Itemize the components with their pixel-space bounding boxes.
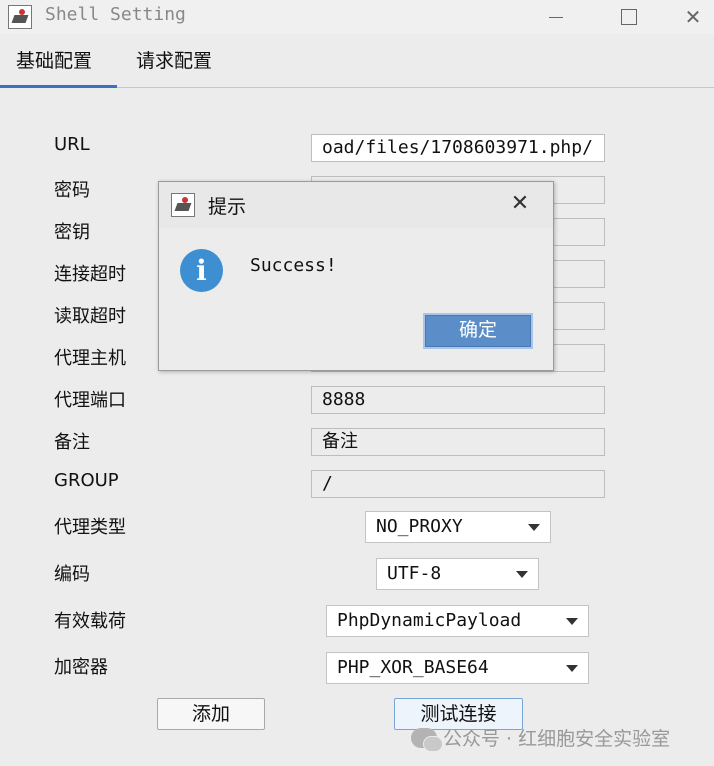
encoding-select[interactable]: UTF-8 xyxy=(376,558,539,590)
read-timeout-label: 读取超时 xyxy=(54,306,126,327)
payload-value: PhpDynamicPayload xyxy=(337,610,522,631)
dialog-close-icon[interactable]: ✕ xyxy=(509,193,531,215)
payload-label: 有效载荷 xyxy=(54,611,126,632)
proxy-type-select[interactable]: NO_PROXY xyxy=(365,511,551,543)
key-label: 密钥 xyxy=(54,222,90,243)
password-label: 密码 xyxy=(54,180,90,201)
dialog-app-icon xyxy=(171,193,195,217)
minimize-icon[interactable] xyxy=(546,6,568,28)
cryption-value: PHP_XOR_BASE64 xyxy=(337,657,489,678)
cryption-label: 加密器 xyxy=(54,657,108,678)
remark-field[interactable]: 备注 xyxy=(311,428,605,456)
proxy-port-field[interactable]: 8888 xyxy=(311,386,605,414)
maximize-icon[interactable] xyxy=(618,6,640,28)
info-icon: i xyxy=(180,249,223,292)
proxy-type-label: 代理类型 xyxy=(54,517,126,538)
dialog-message: Success! xyxy=(250,255,337,276)
app-icon xyxy=(8,5,32,29)
tab-request-config[interactable]: 请求配置 xyxy=(120,40,228,88)
url-label: URL xyxy=(54,134,90,155)
connect-timeout-label: 连接超时 xyxy=(54,264,126,285)
tab-bar: 基础配置 请求配置 xyxy=(0,40,714,88)
window-title: Shell Setting xyxy=(45,4,186,25)
group-label: GROUP xyxy=(54,470,119,491)
proxy-port-label: 代理端口 xyxy=(54,390,126,411)
chevron-down-icon xyxy=(528,524,540,531)
group-field[interactable]: / xyxy=(311,470,605,498)
dialog-title: 提示 xyxy=(208,196,247,218)
window-titlebar: Shell Setting ✕ xyxy=(0,0,714,34)
proxy-type-value: NO_PROXY xyxy=(376,516,463,537)
close-icon[interactable]: ✕ xyxy=(682,6,704,28)
watermark-text: 公众号 · 红细胞安全实验室 xyxy=(443,728,671,750)
proxy-host-label: 代理主机 xyxy=(54,348,126,369)
wechat-icon xyxy=(411,728,443,752)
ok-button[interactable]: 确定 xyxy=(423,313,533,349)
chevron-down-icon xyxy=(566,665,578,672)
add-button[interactable]: 添加 xyxy=(157,698,265,730)
message-dialog: 提示 ✕ i Success! 确定 xyxy=(158,181,554,371)
remark-label: 备注 xyxy=(54,432,90,453)
cryption-select[interactable]: PHP_XOR_BASE64 xyxy=(326,652,589,684)
chevron-down-icon xyxy=(516,571,528,578)
encoding-label: 编码 xyxy=(54,564,90,585)
tab-basic-config[interactable]: 基础配置 xyxy=(0,40,117,88)
payload-select[interactable]: PhpDynamicPayload xyxy=(326,605,589,637)
dialog-titlebar: 提示 ✕ xyxy=(159,182,553,228)
encoding-value: UTF-8 xyxy=(387,563,442,584)
url-field[interactable]: oad/files/1708603971.php/ xyxy=(311,134,605,162)
chevron-down-icon xyxy=(566,618,578,625)
